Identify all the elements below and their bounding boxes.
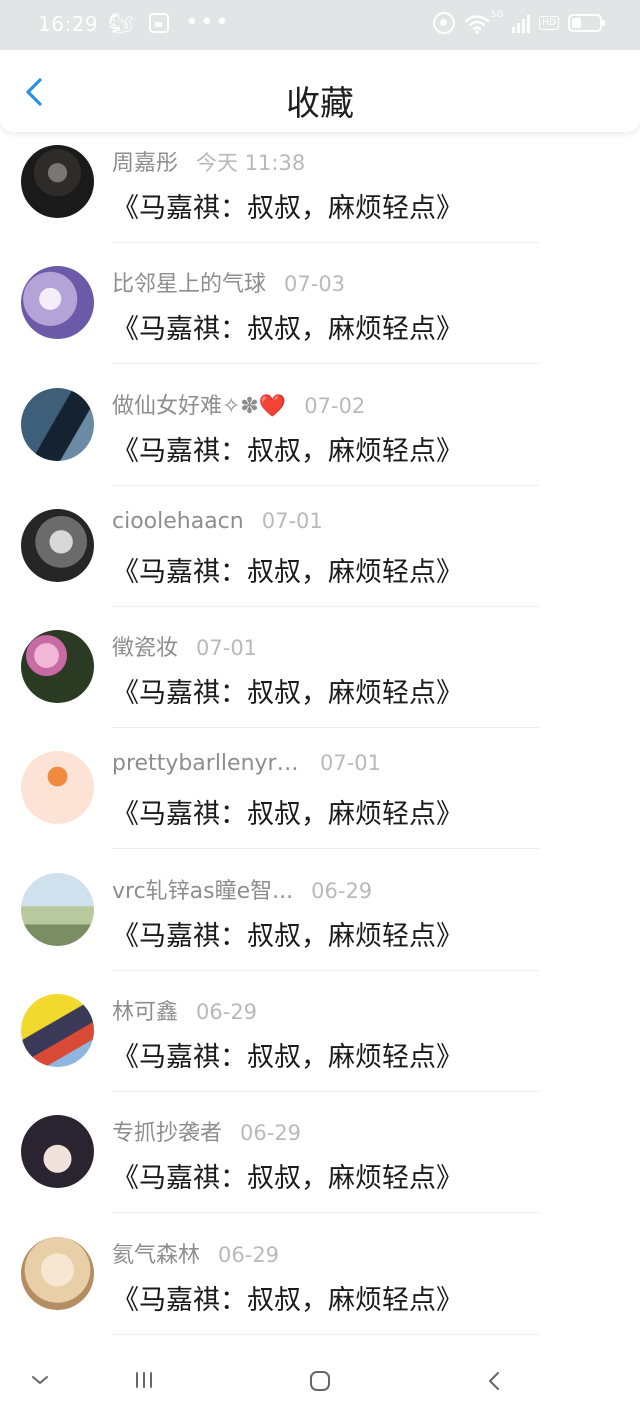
user-name[interactable]: 做仙女好难✧✽❤️ [112, 388, 286, 420]
user-name[interactable]: 徵瓷妆 [112, 630, 178, 662]
avatar [21, 508, 94, 582]
list-item[interactable]: cioolehaacn 07-01 《马嘉祺：叔叔，麻烦轻点》 [0, 496, 640, 617]
timestamp: 07-02 [304, 393, 366, 418]
status-right-icons: 5G HD [432, 10, 605, 34]
timestamp: 今天 11:38 [196, 151, 306, 175]
nav-recents-button[interactable] [132, 1370, 156, 1394]
avatar [21, 1115, 94, 1189]
avatar [21, 751, 94, 825]
timestamp: 07-03 [284, 272, 346, 297]
favorite-content[interactable]: 《马嘉祺：叔叔，麻烦轻点》 [112, 429, 463, 468]
timestamp: 07-01 [261, 508, 323, 533]
list-item[interactable]: 氦气森林 06-29 《马嘉祺：叔叔，麻烦轻点》 [0, 1224, 640, 1345]
favorite-content[interactable]: 《马嘉祺：叔叔，麻烦轻点》 [112, 307, 463, 346]
network-type-label: 5G [490, 10, 504, 20]
divider [112, 1091, 540, 1093]
nav-collapse-button[interactable] [28, 1370, 52, 1394]
list-item[interactable]: 比邻星上的气球 07-03 《马嘉祺：叔叔，麻烦轻点》 [0, 253, 640, 374]
list-item[interactable]: 林可鑫 06-29 《马嘉祺：叔叔，麻烦轻点》 [0, 981, 640, 1102]
avatar [21, 266, 94, 340]
favorite-content[interactable]: 《马嘉祺：叔叔，麻烦轻点》 [112, 1035, 463, 1074]
user-name[interactable]: 林可鑫 [112, 994, 178, 1026]
wifi-icon [464, 15, 489, 34]
timestamp: 06-29 [196, 1000, 258, 1025]
uc-browser-icon: 🐿 [108, 11, 134, 35]
nav-back-button[interactable] [484, 1370, 506, 1396]
divider [112, 848, 540, 850]
timestamp: 06-29 [240, 1121, 302, 1146]
timestamp: 07-01 [320, 751, 382, 776]
divider [112, 363, 540, 365]
avatar [21, 630, 94, 704]
hd-icon: HD [539, 16, 559, 30]
avatar [21, 994, 94, 1068]
chevron-down-icon [32, 1376, 48, 1384]
user-name[interactable]: 氦气森林 [112, 1237, 200, 1269]
timestamp: 06-29 [311, 878, 373, 903]
divider [112, 242, 540, 243]
recents-icon [136, 1372, 152, 1388]
favorite-content[interactable]: 《马嘉祺：叔叔，麻烦轻点》 [112, 1156, 463, 1195]
nav-home-button[interactable] [307, 1370, 333, 1396]
avatar [21, 1236, 94, 1310]
list-item[interactable]: 周嘉彤 今天 11:38 《马嘉祺：叔叔，麻烦轻点》 [0, 132, 640, 253]
user-name[interactable]: prettybarllenyrin... [112, 751, 302, 776]
list-item[interactable]: 做仙女好难✧✽❤️ 07-02 《马嘉祺：叔叔，麻烦轻点》 [0, 375, 640, 496]
signal-icon [512, 13, 531, 33]
timestamp: 07-01 [196, 636, 258, 661]
more-dots-icon: ••• [185, 10, 231, 35]
favorite-content[interactable]: 《马嘉祺：叔叔，麻烦轻点》 [112, 792, 463, 831]
favorite-content[interactable]: 《马嘉祺：叔叔，麻烦轻点》 [112, 1278, 463, 1317]
avatar [21, 145, 94, 218]
back-icon [489, 1372, 499, 1390]
list-item[interactable]: vrc轧锌as瞳e智... 06-29 《马嘉祺：叔叔，麻烦轻点》 [0, 860, 640, 981]
divider [112, 1212, 540, 1214]
status-bar: 16:29 🐿 ••• 5G HD [0, 0, 640, 50]
avatar [21, 387, 94, 461]
header-bar: 收藏 [0, 50, 640, 132]
user-name[interactable]: 周嘉彤 [112, 145, 178, 177]
divider [112, 484, 540, 486]
home-icon [310, 1371, 330, 1391]
list-item[interactable]: 专抓抄袭者 06-29 《马嘉祺：叔叔，麻烦轻点》 [0, 1102, 640, 1223]
user-name[interactable]: 比邻星上的气球 [112, 266, 266, 298]
user-name[interactable]: vrc轧锌as瞳e智... [112, 873, 293, 905]
favorite-content[interactable]: 《马嘉祺：叔叔，麻烦轻点》 [112, 671, 463, 710]
favorites-list: 周嘉彤 今天 11:38 《马嘉祺：叔叔，麻烦轻点》 比邻星上的气球 07-03 《… [0, 132, 640, 1345]
divider [112, 1333, 540, 1335]
avatar [21, 872, 94, 946]
page-title: 收藏 [286, 84, 354, 124]
battery-icon [568, 14, 605, 32]
status-left-icons: 🐿 ••• [108, 10, 231, 35]
divider [112, 969, 540, 971]
user-name[interactable]: 专抓抄袭者 [112, 1115, 222, 1147]
list-item[interactable]: prettybarllenyrin... 07-01 《马嘉祺：叔叔，麻烦轻点》 [0, 738, 640, 859]
calendar-icon [149, 13, 170, 33]
favorite-content[interactable]: 《马嘉祺：叔叔，麻烦轻点》 [112, 550, 463, 589]
timestamp: 06-29 [218, 1242, 280, 1267]
favorite-content[interactable]: 《马嘉祺：叔叔，麻烦轻点》 [112, 186, 463, 225]
system-nav-bar [0, 1346, 640, 1422]
divider [112, 727, 540, 729]
target-icon [432, 12, 455, 34]
divider [112, 605, 540, 607]
favorite-content[interactable]: 《马嘉祺：叔叔，麻烦轻点》 [112, 914, 463, 953]
list-item[interactable]: 徵瓷妆 07-01 《马嘉祺：叔叔，麻烦轻点》 [0, 617, 640, 738]
status-time: 16:29 [38, 12, 99, 36]
user-name[interactable]: cioolehaacn [112, 509, 244, 534]
